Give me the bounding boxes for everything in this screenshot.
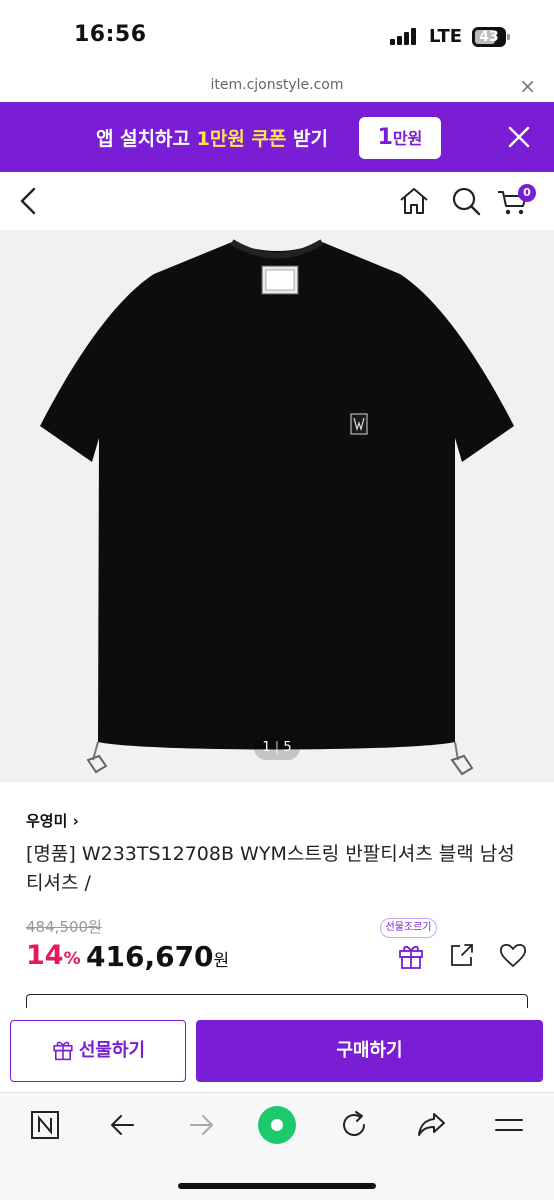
forward-arrow-icon[interactable] <box>183 1107 219 1143</box>
cart-count-badge: 0 <box>518 184 536 202</box>
product-header <box>0 172 554 230</box>
network-label: LTE <box>429 26 463 47</box>
search-icon[interactable] <box>449 184 483 218</box>
banner-text[interactable]: 앱 설치하고 1만원 쿠폰 받기 <box>96 124 328 151</box>
purchase-bar: 선물하기 구매하기 <box>0 1008 554 1092</box>
coupon-chip-unit: 만원 <box>392 129 423 148</box>
url-text[interactable]: item.cjonstyle.com <box>0 77 554 93</box>
heart-icon[interactable] <box>498 940 528 970</box>
close-icon[interactable]: × <box>519 74 536 98</box>
status-time: 16:56 <box>74 22 147 47</box>
signal-icon <box>390 27 420 45</box>
pager-separator: | <box>274 740 280 755</box>
gift-request-tooltip: 선물조르기 <box>380 918 437 938</box>
banner-text-highlight: 1만원 쿠폰 <box>196 128 287 150</box>
coupon-chip[interactable]: 1만원 <box>359 117 441 159</box>
sale-price: 416,670원 <box>86 940 229 973</box>
share-arrow-icon[interactable] <box>414 1107 450 1143</box>
gift-icon[interactable] <box>396 940 426 970</box>
back-icon[interactable] <box>12 184 46 218</box>
home-indicator <box>178 1183 376 1189</box>
tshirt-image <box>40 239 514 776</box>
battery-icon: 43 <box>472 27 510 47</box>
browser-url-bar[interactable]: item.cjonstyle.com × <box>0 72 554 102</box>
back-arrow-icon[interactable] <box>105 1107 141 1143</box>
banner-close-icon[interactable] <box>504 122 534 152</box>
home-icon[interactable] <box>397 184 431 218</box>
original-price: 484,500원 <box>26 918 102 936</box>
buy-button[interactable]: 구매하기 <box>196 1020 543 1082</box>
price-value: 416,670 <box>86 940 214 973</box>
brand-link[interactable]: 우영미 › <box>26 810 79 831</box>
coupon-chip-amount: 1 <box>377 125 393 150</box>
pager-total: 5 <box>283 740 292 755</box>
gift-button-label: 선물하기 <box>78 1040 146 1061</box>
status-bar: 16:56 LTE 43 <box>0 0 554 72</box>
green-dot-home-icon[interactable] <box>257 1105 297 1145</box>
share-icon[interactable] <box>447 940 477 970</box>
menu-icon[interactable] <box>491 1107 527 1143</box>
discount-unit: % <box>63 949 81 969</box>
banner-text-suffix: 받기 <box>286 128 328 150</box>
product-title: [명품] W233TS12708B WYM스트링 반팔티셔츠 블랙 남성 티셔츠… <box>26 843 515 894</box>
app-install-banner[interactable]: 앱 설치하고 1만원 쿠폰 받기 1만원 <box>0 102 554 172</box>
battery-level: 43 <box>479 29 499 45</box>
pager-current: 1 <box>262 740 271 755</box>
banner-text-prefix: 앱 설치하고 <box>96 128 197 150</box>
product-image[interactable] <box>0 230 554 782</box>
gift-button[interactable]: 선물하기 <box>10 1020 186 1082</box>
naver-logo-icon[interactable] <box>27 1107 63 1143</box>
image-pager: 1 | 5 <box>254 736 300 760</box>
price-unit: 원 <box>213 951 230 971</box>
discount-rate: 14% <box>26 940 81 971</box>
refresh-icon[interactable] <box>336 1107 372 1143</box>
gift-button-icon <box>53 1041 73 1061</box>
discount-value: 14 <box>26 940 64 971</box>
